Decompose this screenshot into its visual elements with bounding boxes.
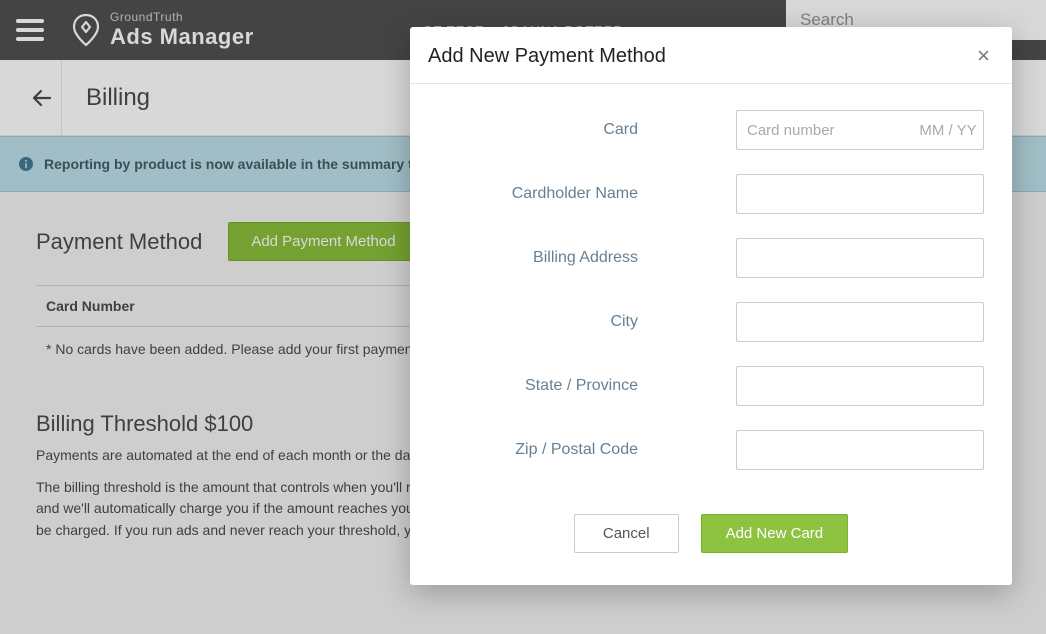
cardholder-name-input[interactable] (736, 174, 984, 214)
add-new-card-button[interactable]: Add New Card (701, 514, 849, 553)
close-icon[interactable]: × (973, 43, 994, 69)
billing-address-input[interactable] (736, 238, 984, 278)
card-expiry-input[interactable] (913, 111, 983, 149)
modal-title: Add New Payment Method (428, 45, 666, 68)
cardholder-label: Cardholder Name (438, 185, 658, 203)
zip-input[interactable] (736, 430, 984, 470)
cancel-button[interactable]: Cancel (574, 514, 679, 553)
card-number-input[interactable] (737, 111, 913, 149)
state-input[interactable] (736, 366, 984, 406)
city-label: City (438, 313, 658, 331)
card-label: Card (438, 121, 658, 139)
card-input-group (736, 110, 984, 150)
add-payment-modal: Add New Payment Method × Card Cardholder… (410, 27, 1012, 585)
billing-address-label: Billing Address (438, 249, 658, 267)
city-input[interactable] (736, 302, 984, 342)
state-label: State / Province (438, 377, 658, 395)
zip-label: Zip / Postal Code (438, 441, 658, 459)
